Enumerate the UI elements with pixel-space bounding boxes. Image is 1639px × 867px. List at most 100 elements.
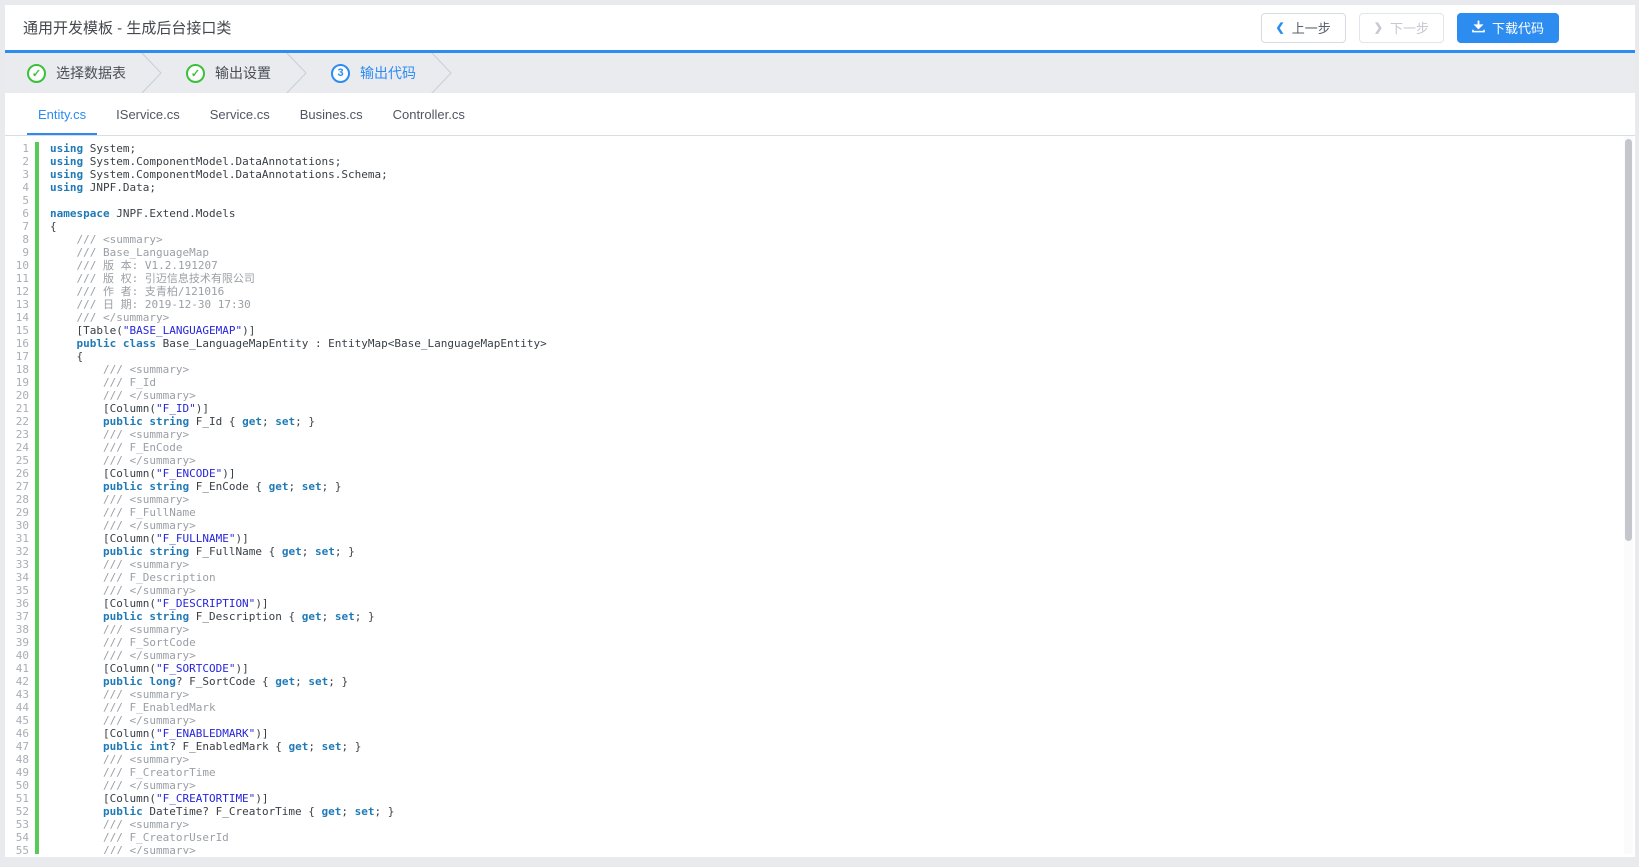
code-text: /// </summary> [50,779,196,792]
line-number: 47 [15,740,29,753]
line-number: 28 [15,493,29,506]
line-number: 8 [22,233,29,246]
download-code-button[interactable]: 下载代码 [1456,12,1559,43]
code-line: 34 /// F_Description [5,571,1635,584]
code-line: 16 public class Base_LanguageMapEntity :… [5,337,1635,350]
code-line: 25 /// </summary> [5,454,1635,467]
code-editor[interactable]: 1 using System; 2 using System.ComponentMod… [5,136,1635,854]
code-line: 10 /// 版 本: V1.2.191207 [5,259,1635,272]
code-line: 22 public string F_Id { get; set; } [5,415,1635,428]
step-separator-chevron-icon [428,53,454,93]
code-line: 36 [Column("F_DESCRIPTION")] [5,597,1635,610]
code-line: 7{ [5,220,1635,233]
code-text: { [50,220,57,233]
code-text: [Column("F_FULLNAME")] [50,532,249,545]
prev-step-button[interactable]: ❮ 上一步 [1260,12,1346,43]
code-text: [Column("F_ENCODE")] [50,467,236,480]
code-line: 51 [Column("F_CREATORTIME")] [5,792,1635,805]
tab-iservice-cs[interactable]: IService.cs [103,95,193,135]
code-text: /// F_SortCode [50,636,196,649]
code-line: 55 /// </summary> [5,844,1635,854]
code-text: /// F_EnabledMark [50,701,216,714]
line-number: 39 [15,636,29,649]
line-number: 7 [22,220,29,233]
line-number: 35 [15,584,29,597]
code-line: 12 /// 作 者: 支青柏/121016 [5,285,1635,298]
code-text: /// <summary> [50,428,190,441]
line-number: 6 [22,207,29,220]
code-text: /// F_EnCode [50,441,183,454]
line-number: 11 [15,272,29,285]
line-number: 10 [15,259,29,272]
code-text: /// <summary> [50,363,190,376]
code-text: public DateTime? F_CreatorTime { get; se… [102,805,395,818]
line-number: 25 [15,454,29,467]
code-line: 28 /// <summary> [5,493,1635,506]
line-number: 34 [15,571,29,584]
download-code-label: 下载代码 [1491,21,1544,36]
tab-service-cs[interactable]: Service.cs [197,95,283,135]
scrollbar-thumb[interactable] [1625,139,1632,541]
step-item-1[interactable]: ✓ 选择数据表 [5,53,138,93]
line-number: 53 [15,818,29,831]
next-step-button[interactable]: ❯ 下一步 [1358,12,1444,43]
code-text: /// F_Id [50,376,156,389]
code-text: /// F_Description [50,571,216,584]
code-text: /// </summary> [50,311,170,324]
step-separator-chevron-icon [283,53,309,93]
code-text: [Table("BASE_LANGUAGEMAP")] [50,324,256,337]
prev-step-label: 上一步 [1291,21,1331,36]
line-number: 29 [15,506,29,519]
vertical-scrollbar[interactable] [1624,136,1633,854]
code-text: public class Base_LanguageMapEntity : En… [76,337,547,350]
code-line: 27 public string F_EnCode { get; set; } [5,480,1635,493]
line-number: 15 [15,324,29,337]
check-icon: ✓ [27,63,46,83]
code-text: public string F_Id { get; set; } [102,415,315,428]
code-text [39,194,50,207]
next-step-label: 下一步 [1389,21,1429,36]
step-label: 输出设置 [215,65,271,81]
code-text: { [50,350,84,363]
code-line: 5 [5,194,1635,207]
code-text: /// F_CreatorTime [50,766,216,779]
code-line: 23 /// <summary> [5,428,1635,441]
line-number: 27 [15,480,29,493]
line-number: 42 [15,675,29,688]
tab-entity-cs[interactable]: Entity.cs [25,95,99,135]
tab-busines-cs[interactable]: Busines.cs [287,95,376,135]
line-number: 38 [15,623,29,636]
code-line: 30 /// </summary> [5,519,1635,532]
code-line: 6 namespace JNPF.Extend.Models [5,207,1635,220]
tab-controller-cs[interactable]: Controller.cs [380,95,478,135]
step-label: 输出代码 [360,65,416,81]
code-line: 18 /// <summary> [5,363,1635,376]
step-item-3[interactable]: 3 输出代码 [309,53,428,93]
line-number: 9 [22,246,29,259]
line-number: 52 [15,805,29,818]
line-number: 50 [15,779,29,792]
chevron-right-icon: ❯ [1373,22,1383,34]
step-item-2[interactable]: ✓ 输出设置 [164,53,283,93]
line-number: 45 [15,714,29,727]
line-number: 2 [22,155,29,168]
line-number: 21 [15,402,29,415]
code-line: 9 /// Base_LanguageMap [5,246,1635,259]
line-number: 22 [15,415,29,428]
code-text: [Column("F_DESCRIPTION")] [50,597,269,610]
code-text: using System.ComponentModel.DataAnnotati… [50,168,388,181]
code-text: /// </summary> [50,584,196,597]
code-text: /// 版 权: 引迈信息技术有限公司 [50,272,255,285]
line-number: 13 [15,298,29,311]
code-line: 48 /// <summary> [5,753,1635,766]
code-line: 21 [Column("F_ID")] [5,402,1635,415]
line-number: 17 [15,350,29,363]
code-line: 11 /// 版 权: 引迈信息技术有限公司 [5,272,1635,285]
code-line: 41 [Column("F_SORTCODE")] [5,662,1635,675]
code-line: 53 /// <summary> [5,818,1635,831]
code-text: /// </summary> [50,844,196,854]
line-number: 20 [15,389,29,402]
code-text: /// <summary> [50,558,190,571]
code-line: 50 /// </summary> [5,779,1635,792]
step-number-icon: 3 [331,63,350,83]
